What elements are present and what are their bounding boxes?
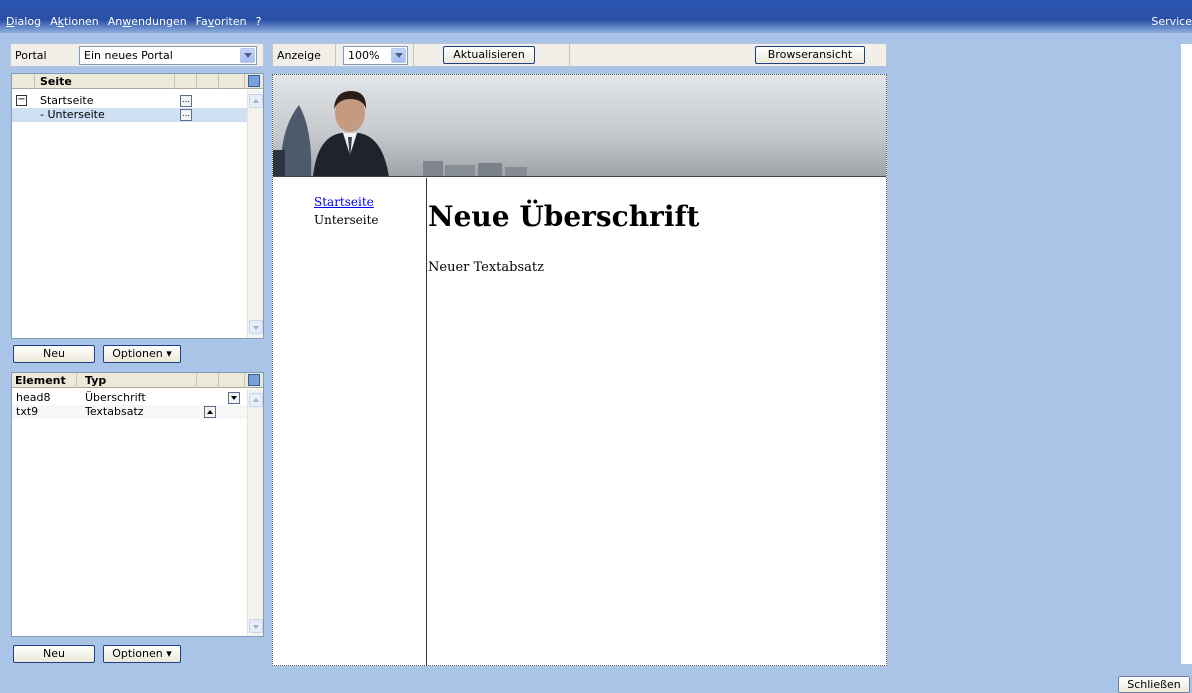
page-row-startseite[interactable]: − Startseite … bbox=[12, 94, 247, 108]
menu-help[interactable]: ? bbox=[256, 15, 262, 28]
type-column-header[interactable]: Typ bbox=[85, 374, 106, 387]
preview-paragraph[interactable]: Neuer Textabsatz bbox=[428, 260, 544, 275]
chevron-down-icon[interactable] bbox=[240, 48, 255, 63]
collapse-icon[interactable]: − bbox=[16, 95, 27, 106]
refresh-button[interactable]: Aktualisieren bbox=[443, 46, 535, 64]
scroll-up-icon[interactable] bbox=[249, 94, 263, 108]
element-type: Textabsatz bbox=[85, 405, 144, 418]
preview-content: Neue Überschrift Neuer Textabsatz bbox=[428, 178, 886, 665]
element-row[interactable]: txt9 Textabsatz bbox=[12, 405, 247, 419]
elements-header: Element Typ bbox=[12, 373, 263, 388]
scroll-up-icon[interactable] bbox=[249, 393, 263, 407]
pages-panel: Seite − Startseite … - Unterseite … bbox=[11, 73, 264, 339]
elements-scrollbar[interactable] bbox=[247, 389, 263, 636]
column-chooser-icon[interactable] bbox=[248, 374, 260, 386]
element-id: head8 bbox=[16, 391, 51, 404]
page-more-button[interactable]: … bbox=[180, 109, 192, 121]
menu-favoriten[interactable]: Favoriten bbox=[196, 15, 247, 28]
menu-bar: Dialog Aktionen Anwendungen Favoriten ? … bbox=[0, 0, 1192, 33]
page-row-unterseite[interactable]: - Unterseite … bbox=[12, 108, 247, 122]
pages-header: Seite bbox=[12, 74, 263, 89]
page-label: Startseite bbox=[40, 94, 94, 107]
element-row[interactable]: head8 Überschrift bbox=[12, 391, 247, 405]
preview-heading[interactable]: Neue Überschrift bbox=[428, 200, 699, 233]
menu-aktionen[interactable]: Aktionen bbox=[50, 15, 99, 28]
page-more-button[interactable]: … bbox=[180, 95, 192, 107]
page-label: - Unterseite bbox=[40, 108, 105, 121]
dropdown-arrow-icon: ▾ bbox=[162, 647, 172, 660]
chevron-down-icon[interactable] bbox=[391, 48, 406, 63]
elements-options-button[interactable]: Optionen ▾ bbox=[103, 645, 181, 663]
element-type: Überschrift bbox=[85, 391, 146, 404]
main-menu: Dialog Aktionen Anwendungen Favoriten ? bbox=[6, 15, 270, 28]
element-id: txt9 bbox=[16, 405, 39, 418]
menu-dialog[interactable]: Dialog bbox=[6, 15, 41, 28]
portal-toolbar: Portal Ein neues Portal bbox=[10, 43, 264, 67]
view-toolbar: Anzeige 100% Aktualisieren Browseransich… bbox=[272, 43, 887, 67]
portal-select[interactable]: Ein neues Portal bbox=[79, 46, 257, 65]
move-up-icon[interactable] bbox=[204, 406, 216, 418]
close-button[interactable]: Schließen bbox=[1118, 676, 1190, 693]
move-down-icon[interactable] bbox=[228, 392, 240, 404]
pages-options-button[interactable]: Optionen ▾ bbox=[103, 345, 181, 363]
menu-service[interactable]: Service bbox=[1151, 15, 1192, 28]
column-chooser-icon[interactable] bbox=[248, 75, 260, 87]
elements-new-button[interactable]: Neu bbox=[13, 645, 95, 663]
browser-view-button[interactable]: Browseransicht bbox=[755, 46, 865, 64]
zoom-value: 100% bbox=[348, 49, 380, 62]
view-label: Anzeige bbox=[277, 49, 321, 62]
scroll-down-icon[interactable] bbox=[249, 320, 263, 334]
scroll-down-icon[interactable] bbox=[249, 619, 263, 633]
dropdown-arrow-icon: ▾ bbox=[162, 347, 172, 360]
page-preview: Startseite Unterseite Neue Überschrift N… bbox=[272, 74, 887, 666]
options-label: Optionen bbox=[112, 347, 163, 360]
zoom-select[interactable]: 100% bbox=[343, 46, 408, 65]
banner-photo bbox=[273, 75, 886, 176]
preview-nav-link-unterseite[interactable]: Unterseite bbox=[314, 213, 379, 227]
header-banner-image bbox=[273, 75, 886, 177]
preview-navigation: Startseite Unterseite bbox=[273, 178, 427, 665]
pages-new-button[interactable]: Neu bbox=[13, 345, 95, 363]
right-side-panel bbox=[1181, 44, 1192, 664]
elements-panel: Element Typ head8 Überschrift txt9 Texta… bbox=[11, 372, 264, 637]
portal-label: Portal bbox=[15, 49, 47, 62]
menu-anwendungen[interactable]: Anwendungen bbox=[108, 15, 187, 28]
pages-scrollbar[interactable] bbox=[247, 90, 263, 338]
portal-select-value: Ein neues Portal bbox=[84, 49, 173, 62]
preview-nav-link-startseite[interactable]: Startseite bbox=[314, 195, 374, 209]
pages-column-header[interactable]: Seite bbox=[40, 75, 72, 88]
element-column-header[interactable]: Element bbox=[15, 374, 66, 387]
options-label: Optionen bbox=[112, 647, 163, 660]
